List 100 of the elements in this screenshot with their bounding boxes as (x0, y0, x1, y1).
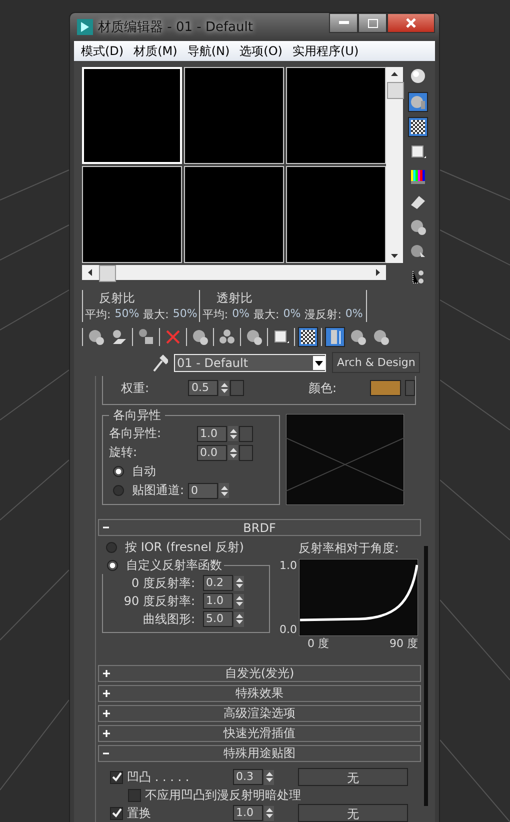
spinner-arrows[interactable] (264, 770, 274, 784)
balls-tool-icon[interactable] (408, 217, 428, 237)
checker-tool-icon[interactable] (408, 117, 428, 137)
plus-icon (103, 690, 110, 697)
number-field[interactable]: 1.0 (197, 426, 227, 442)
stack-tool-icon[interactable] (136, 327, 156, 347)
number-field[interactable]: 0.5 (188, 380, 218, 396)
menu-item[interactable]: 实用程序(U) (287, 42, 364, 60)
number-field[interactable]: 5.0 (203, 611, 233, 627)
balls-tool-icon[interactable] (371, 327, 391, 347)
diffuse-value: 0% (345, 307, 363, 322)
color-swatch[interactable] (370, 380, 401, 396)
spinner-arrows[interactable] (228, 445, 238, 460)
number-field[interactable]: 1.0 (233, 805, 263, 821)
balls-tool-icon[interactable] (244, 327, 264, 347)
balls-tool-icon[interactable] (190, 327, 210, 347)
menu-item[interactable]: 材质(M) (128, 42, 182, 60)
rollout-header[interactable]: 高级渲染选项 (98, 705, 421, 722)
material-name-field[interactable]: 01 - Default (174, 354, 326, 372)
sample-slot[interactable] (184, 67, 284, 164)
number-field[interactable]: 1.0 (203, 593, 233, 609)
field-label: 90 度反射率: (122, 592, 196, 610)
scroll-thumb[interactable] (387, 82, 404, 99)
group-title: 各向异性 (112, 407, 162, 424)
cylinder-tool-icon[interactable] (325, 327, 345, 347)
weight-label: 权重: (120, 380, 150, 396)
rollout-header[interactable]: BRDF (98, 519, 421, 536)
plus-icon (103, 670, 110, 677)
close-button[interactable] (387, 13, 435, 33)
number-field[interactable]: 0.2 (203, 575, 233, 591)
average-label: 平均: (202, 307, 228, 322)
radio-label: 按 IOR (fresnel 反射) (125, 538, 244, 556)
field-label: 旋转: (109, 444, 138, 461)
plus-icon (103, 730, 110, 737)
number-field[interactable]: 0.0 (197, 444, 227, 460)
panel-scrollbar[interactable] (424, 546, 428, 806)
plus-icon (103, 710, 110, 717)
minus-icon (103, 524, 110, 531)
average-value: 0% (232, 307, 250, 322)
spinner-arrows[interactable] (219, 483, 230, 498)
color-label: 颜色: (307, 380, 338, 396)
sample-slot[interactable] (286, 166, 386, 263)
spinner-arrows[interactable] (219, 380, 230, 396)
material-type-button[interactable]: Arch & Design (332, 352, 420, 373)
average-label: 平均: (85, 307, 111, 322)
sample-slot[interactable] (82, 166, 182, 263)
balls-tool-icon[interactable] (348, 327, 368, 347)
rollout-header[interactable]: 快速光滑插值 (98, 725, 421, 742)
radio-button[interactable] (106, 542, 117, 552)
scroll-thumb[interactable] (99, 265, 116, 282)
minus-icon (103, 750, 110, 757)
axis-label: 0 度 (308, 636, 329, 651)
map-button[interactable]: 无 (298, 804, 408, 822)
field-label: 0 度反射率: (130, 574, 196, 592)
maximum-label: 最大: (254, 307, 280, 322)
balls-tool-icon[interactable] (86, 327, 106, 347)
rollout-header[interactable]: 自发光(发光) (98, 665, 421, 682)
maximum-value: 0% (283, 307, 301, 322)
colorbars-tool-icon[interactable] (408, 167, 428, 187)
axis-label: 1.0 (280, 559, 297, 572)
checkbox[interactable] (110, 806, 123, 820)
map-slot-button[interactable] (404, 380, 416, 396)
rollout-header[interactable]: 特殊用途贴图 (98, 745, 421, 762)
checkbox-label: 不应用凹凸到漫反射明暗处理 (145, 786, 301, 804)
vertical-scrollbar[interactable] (386, 67, 403, 263)
spinner-arrows[interactable] (234, 576, 244, 590)
spinner-arrows[interactable] (228, 426, 238, 441)
horizontal-scrollbar[interactable] (82, 265, 386, 280)
spinner-arrows[interactable] (234, 594, 244, 608)
checkbox-label: 置换 (127, 804, 152, 822)
radio-label: 自动 (132, 463, 156, 480)
sample-slot[interactable] (286, 67, 386, 164)
maximum-value: 50% (172, 307, 198, 322)
field-label: 各向异性: (109, 425, 162, 442)
backlight-tool-icon[interactable] (408, 92, 428, 112)
number-field[interactable]: 0.3 (233, 769, 263, 785)
checker-tool-icon[interactable] (298, 327, 318, 347)
minimize-button[interactable] (329, 13, 358, 33)
spinner-arrows[interactable] (234, 612, 244, 626)
reflectance-heading: 反射比 (98, 290, 136, 307)
number-field[interactable]: 0 (188, 482, 218, 498)
radio-button[interactable] (107, 560, 118, 570)
sample-slot[interactable] (184, 166, 284, 263)
radio-button[interactable] (113, 485, 124, 496)
axis-label: 0.0 (280, 623, 297, 636)
minimize-icon (338, 21, 348, 25)
checkbox-label: 凹凸 . . . . . (127, 768, 190, 786)
menu-item[interactable]: 选项(O) (234, 42, 288, 60)
menu-item[interactable]: 导航(N) (182, 42, 235, 60)
maximum-label: 最大: (143, 307, 169, 322)
maximize-button[interactable] (358, 13, 387, 33)
spinner-arrows[interactable] (264, 806, 274, 820)
rollout-header[interactable]: 特殊效果 (98, 685, 421, 702)
menu-item[interactable]: 模式(D) (76, 42, 129, 60)
radio-button[interactable] (113, 466, 124, 477)
checkbox[interactable] (128, 788, 141, 802)
checkbox[interactable] (110, 770, 123, 784)
app-icon (77, 19, 93, 35)
map-button[interactable]: 无 (298, 768, 408, 786)
axis-label: 90 度 (390, 636, 418, 651)
